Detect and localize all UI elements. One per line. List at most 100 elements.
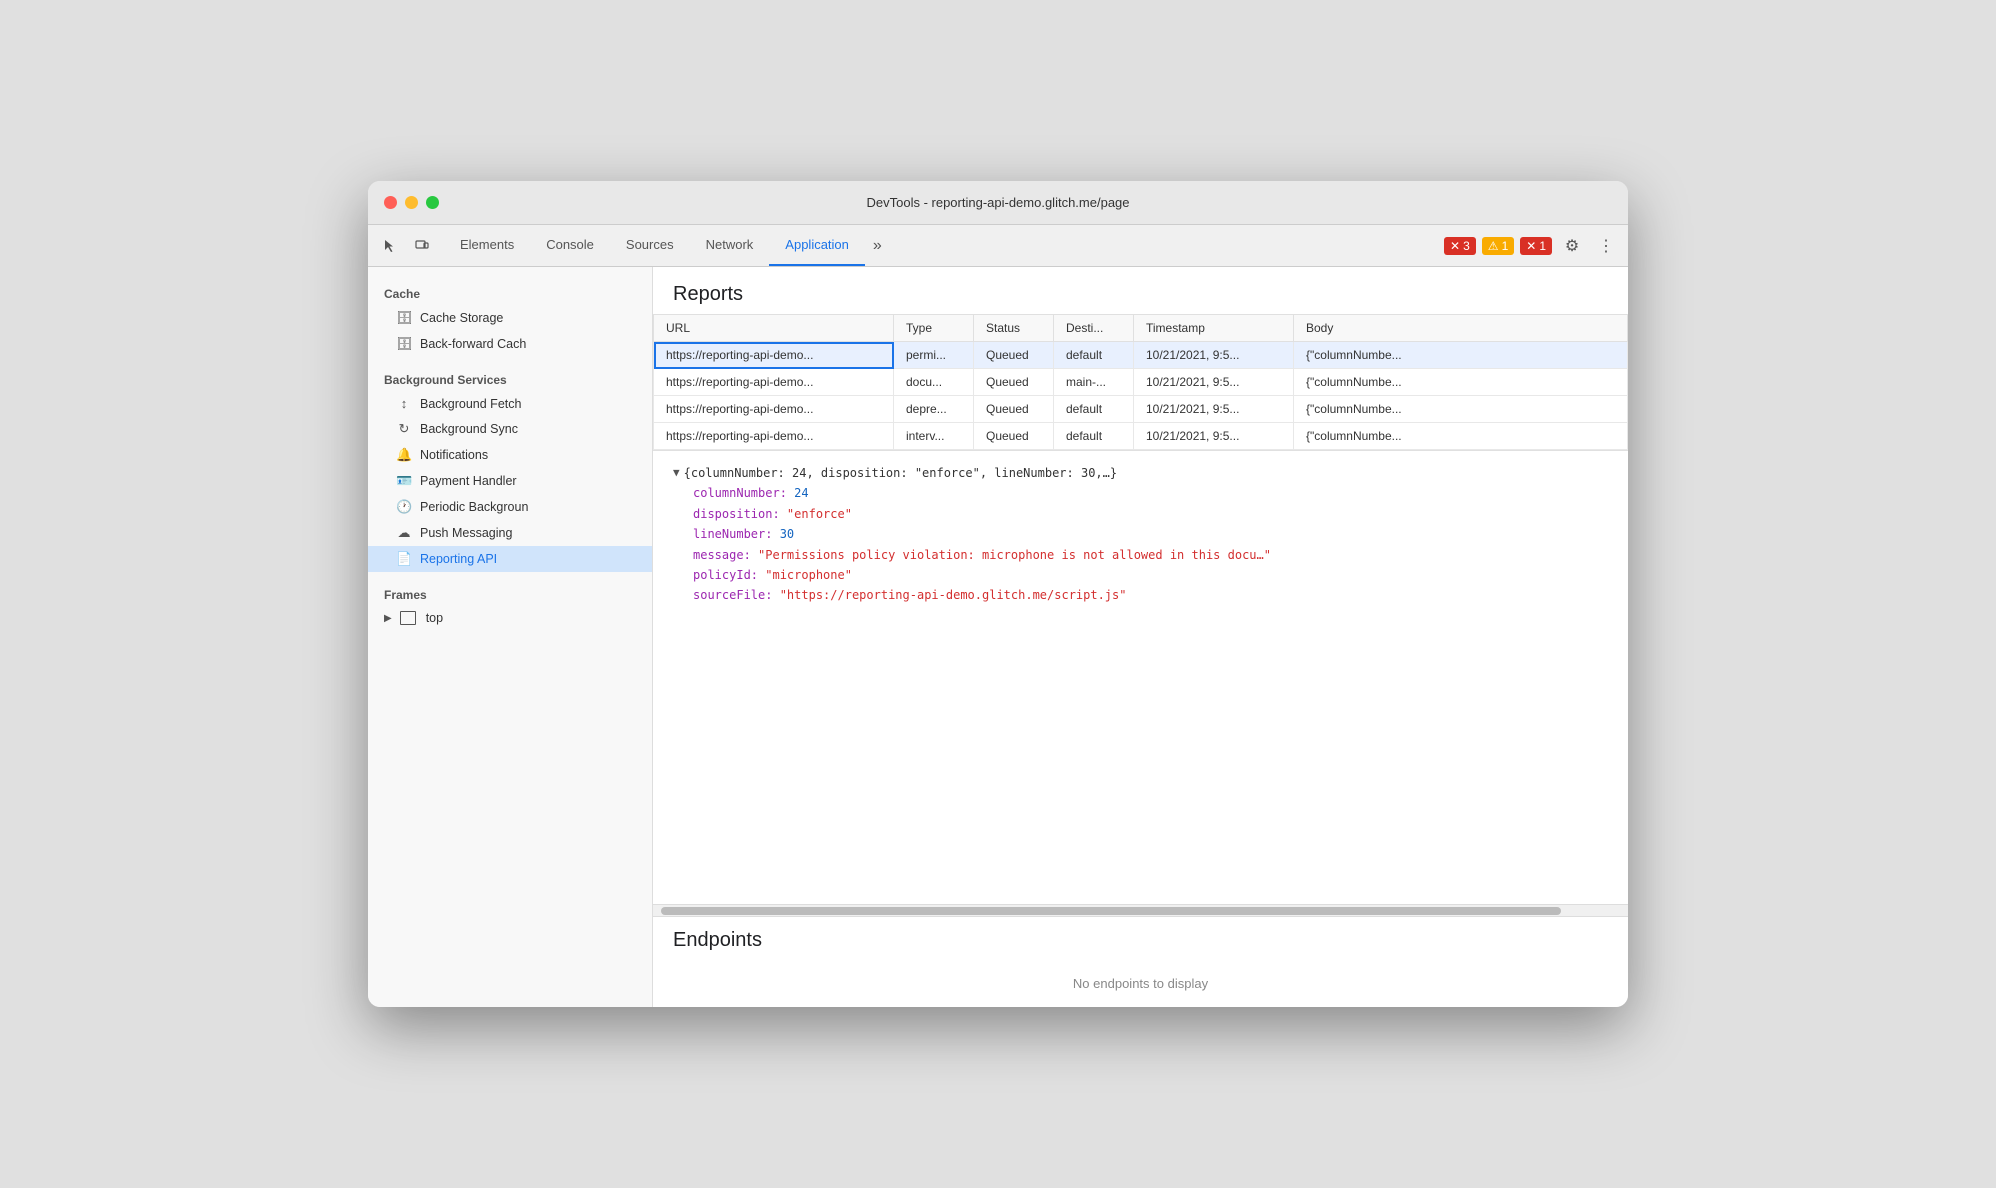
database-icon: 🗄 xyxy=(396,310,412,326)
collapse-triangle-icon: ▼ xyxy=(673,464,680,483)
type-cell: interv... xyxy=(894,423,974,450)
sidebar-push-messaging-label: Push Messaging xyxy=(420,526,512,540)
detail-value: "enforce" xyxy=(787,507,852,521)
body-cell: {"columnNumbe... xyxy=(1294,369,1628,396)
table-row[interactable]: https://reporting-api-demo...interv...Qu… xyxy=(654,423,1628,450)
sidebar-item-reporting-api[interactable]: 📄 Reporting API xyxy=(368,546,652,572)
sidebar-item-cache-storage[interactable]: 🗄 Cache Storage xyxy=(368,305,652,331)
toolbar-right: ✕ 3 ⚠ 1 ✕ 1 ⚙ ⋮ xyxy=(1444,232,1620,260)
url-cell: https://reporting-api-demo... xyxy=(654,342,894,369)
device-toggle-button[interactable] xyxy=(408,232,436,260)
detail-value: "Permissions policy violation: microphon… xyxy=(758,548,1271,562)
sidebar-background-sync-label: Background Sync xyxy=(420,422,518,436)
cloud-icon: ☁ xyxy=(396,525,412,541)
error-icon: ✕ xyxy=(1450,239,1460,253)
sidebar-cache-storage-label: Cache Storage xyxy=(420,311,503,325)
window-title: DevTools - reporting-api-demo.glitch.me/… xyxy=(866,195,1129,210)
type-cell: depre... xyxy=(894,396,974,423)
endpoints-title: Endpoints xyxy=(653,917,1628,960)
sidebar: Cache 🗄 Cache Storage 🗄 Back-forward Cac… xyxy=(368,267,653,1007)
minimize-button[interactable] xyxy=(405,196,418,209)
col-type: Type xyxy=(894,315,974,342)
tab-sources[interactable]: Sources xyxy=(610,225,690,266)
detail-line: sourceFile: "https://reporting-api-demo.… xyxy=(673,585,1608,605)
maximize-button[interactable] xyxy=(426,196,439,209)
sidebar-background-fetch-label: Background Fetch xyxy=(420,397,521,411)
timestamp-cell: 10/21/2021, 9:5... xyxy=(1134,423,1294,450)
table-row[interactable]: https://reporting-api-demo...depre...Que… xyxy=(654,396,1628,423)
inspect-element-button[interactable] xyxy=(376,232,404,260)
tabs: Elements Console Sources Network Applica… xyxy=(444,225,1444,266)
titlebar: DevTools - reporting-api-demo.glitch.me/… xyxy=(368,181,1628,225)
timestamp-cell: 10/21/2021, 9:5... xyxy=(1134,396,1294,423)
sidebar-item-push-messaging[interactable]: ☁ Push Messaging xyxy=(368,520,652,546)
sidebar-divider-2 xyxy=(368,572,652,580)
table-row[interactable]: https://reporting-api-demo...permi...Que… xyxy=(654,342,1628,369)
sidebar-item-back-forward-cache[interactable]: 🗄 Back-forward Cach xyxy=(368,331,652,357)
tab-application[interactable]: Application xyxy=(769,225,865,266)
destination-cell: main-... xyxy=(1054,369,1134,396)
warning-count: 1 xyxy=(1502,239,1509,253)
table-row[interactable]: https://reporting-api-demo...docu...Queu… xyxy=(654,369,1628,396)
close-button[interactable] xyxy=(384,196,397,209)
devtools-window: DevTools - reporting-api-demo.glitch.me/… xyxy=(368,181,1628,1007)
x-count: 1 xyxy=(1539,239,1546,253)
tab-console[interactable]: Console xyxy=(530,225,610,266)
chevron-right-icon: ▶ xyxy=(384,613,392,624)
detail-summary-text: {columnNumber: 24, disposition: "enforce… xyxy=(684,463,1117,483)
detail-key: sourceFile: xyxy=(693,588,780,602)
panel-top: Reports URL Type Status Desti... Timesta… xyxy=(653,267,1628,904)
type-cell: permi... xyxy=(894,342,974,369)
more-options-button[interactable]: ⋮ xyxy=(1592,232,1620,260)
settings-button[interactable]: ⚙ xyxy=(1558,232,1586,260)
body-cell: {"columnNumbe... xyxy=(1294,423,1628,450)
detail-value: "https://reporting-api-demo.glitch.me/sc… xyxy=(780,588,1127,602)
detail-line: lineNumber: 30 xyxy=(673,524,1608,544)
sidebar-payment-handler-label: Payment Handler xyxy=(420,474,517,488)
col-destination: Desti... xyxy=(1054,315,1134,342)
table-header-row: URL Type Status Desti... Timestamp Body xyxy=(654,315,1628,342)
destination-cell: default xyxy=(1054,423,1134,450)
scrollbar-thumb xyxy=(661,907,1561,915)
detail-line: policyId: "microphone" xyxy=(673,565,1608,585)
url-cell: https://reporting-api-demo... xyxy=(654,369,894,396)
reports-title: Reports xyxy=(653,267,1628,314)
device-icon xyxy=(414,238,430,254)
sidebar-item-periodic-background[interactable]: 🕐 Periodic Backgroun xyxy=(368,494,652,520)
detail-value: 24 xyxy=(794,486,808,500)
frames-section-label: Frames xyxy=(368,580,652,606)
warning-badge[interactable]: ⚠ 1 xyxy=(1482,237,1514,255)
detail-summary-row[interactable]: ▼ {columnNumber: 24, disposition: "enfor… xyxy=(673,463,1608,483)
tab-elements[interactable]: Elements xyxy=(444,225,530,266)
x-badge[interactable]: ✕ 1 xyxy=(1520,237,1552,255)
file-icon: 📄 xyxy=(396,551,412,567)
sidebar-top-label: top xyxy=(426,611,443,625)
col-timestamp: Timestamp xyxy=(1134,315,1294,342)
sidebar-item-notifications[interactable]: 🔔 Notifications xyxy=(368,442,652,468)
detail-line: message: "Permissions policy violation: … xyxy=(673,545,1608,565)
error-count: 3 xyxy=(1463,239,1470,253)
warning-icon: ⚠ xyxy=(1488,239,1499,253)
detail-key: message: xyxy=(693,548,758,562)
detail-key: policyId: xyxy=(693,568,765,582)
horizontal-scrollbar[interactable] xyxy=(653,904,1628,916)
background-services-label: Background Services xyxy=(368,365,652,391)
tab-network[interactable]: Network xyxy=(690,225,770,266)
bell-icon: 🔔 xyxy=(396,447,412,463)
detail-key: columnNumber: xyxy=(693,486,794,500)
sidebar-item-background-sync[interactable]: ↻ Background Sync xyxy=(368,416,652,442)
detail-key: disposition: xyxy=(693,507,787,521)
sidebar-item-background-fetch[interactable]: ↕ Background Fetch xyxy=(368,391,652,416)
error-badge[interactable]: ✕ 3 xyxy=(1444,237,1476,255)
detail-line: disposition: "enforce" xyxy=(673,504,1608,524)
sidebar-item-top[interactable]: ▶ top xyxy=(368,606,652,630)
detail-lines: columnNumber: 24disposition: "enforce"li… xyxy=(673,483,1608,605)
cache-section-label: Cache xyxy=(368,279,652,305)
main-content: Cache 🗄 Cache Storage 🗄 Back-forward Cac… xyxy=(368,267,1628,1007)
sidebar-item-payment-handler[interactable]: 🪪 Payment Handler xyxy=(368,468,652,494)
tab-more-button[interactable]: » xyxy=(865,225,890,266)
sidebar-periodic-background-label: Periodic Backgroun xyxy=(420,500,528,514)
reports-table: URL Type Status Desti... Timestamp Body … xyxy=(653,314,1628,450)
detail-panel: ▼ {columnNumber: 24, disposition: "enfor… xyxy=(653,450,1628,618)
url-cell: https://reporting-api-demo... xyxy=(654,423,894,450)
